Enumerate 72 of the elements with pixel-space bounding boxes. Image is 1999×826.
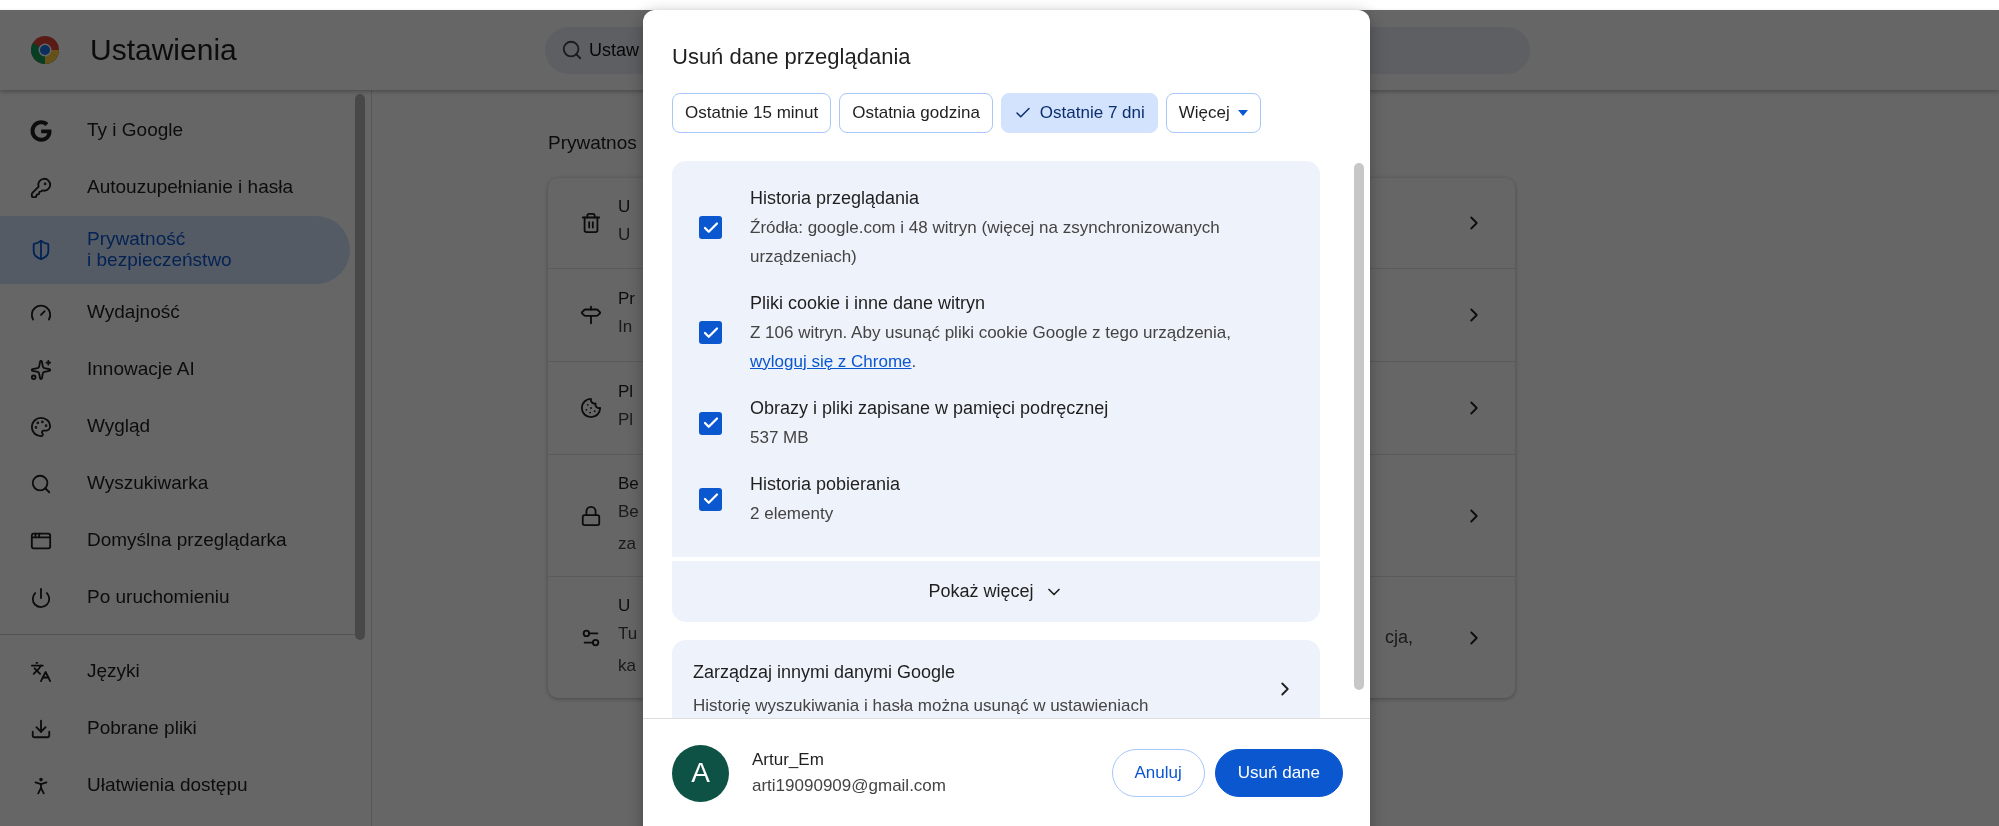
row-title: Pr	[618, 289, 635, 309]
section-title: Prywatnos	[548, 132, 638, 154]
delete-data-button[interactable]: Usuń dane	[1214, 749, 1343, 797]
manage-description: Historię wyszukiwania i hasła można usunąć w ustawieniach	[693, 695, 1150, 717]
download-icon	[30, 717, 52, 740]
dropdown-chip[interactable]: Więcej	[1165, 93, 1261, 133]
row-title: U	[618, 197, 631, 217]
power-icon	[30, 586, 52, 609]
trash-icon	[580, 212, 602, 234]
palette-icon	[30, 415, 52, 438]
option-title: Historia przeglądania	[750, 187, 921, 210]
page-title: Ustawienia	[90, 33, 238, 67]
sidebar-item[interactable]: Ty i Google	[0, 102, 350, 159]
manage-title: Zarządzaj innymi danymi Google	[693, 661, 957, 684]
google-g-icon	[30, 119, 52, 142]
checkbox[interactable]	[699, 487, 722, 511]
sidebar-item[interactable]: Innowacje AI	[0, 341, 350, 398]
avatar: A	[672, 744, 729, 802]
row-description: U	[618, 224, 631, 246]
option-title: Obrazy i pliki zapisane w pamięci podręcznej	[750, 397, 1110, 420]
dialog-title: Usuń dane przeglądania	[672, 44, 912, 71]
row-description: In	[618, 316, 633, 338]
row-title: Be	[618, 473, 639, 494]
option-description: 537 MB	[750, 427, 810, 449]
checkbox[interactable]	[699, 216, 722, 239]
translate-icon	[30, 660, 52, 683]
sidebar-item[interactable]: Prywatność i bezpieczeństwo	[0, 216, 350, 284]
sidebar-item[interactable]: Wydajność	[0, 284, 350, 341]
row-description: Tu	[618, 622, 638, 645]
account-name: Artur_Em	[752, 750, 825, 770]
row-description: Be	[618, 500, 639, 523]
option-description: 2 elementy	[750, 503, 835, 525]
lock-icon	[580, 504, 602, 527]
sidebar-item[interactable]: Języki	[0, 643, 350, 700]
show-more-button[interactable]: Pokaż więcej	[672, 561, 1320, 622]
sidebar-item[interactable]: Ułatwienia dostępu	[0, 757, 350, 814]
row-title: Pl	[618, 382, 634, 402]
row-description: ka	[618, 654, 636, 677]
search-icon	[30, 472, 52, 495]
cancel-button[interactable]: Anuluj	[1111, 749, 1205, 797]
time-range-chip[interactable]: Ostatnia godzina	[839, 93, 993, 133]
checkbox[interactable]	[699, 321, 722, 344]
sidebar-item[interactable]: Autouzupełnianie i hasła	[0, 159, 350, 216]
sidebar-item[interactable]: Wyszukiwarka	[0, 455, 350, 512]
scrollbar-thumb[interactable]	[1354, 163, 1364, 690]
sidebar-item[interactable]: Wygląd	[0, 398, 350, 455]
signpost-icon	[580, 304, 602, 326]
cookie-icon	[580, 397, 602, 419]
option-description: Z 106 witryn. Aby usunąć pliki cookie Google z tego urządzenia, wyloguj się z Chrome.	[750, 322, 1232, 373]
option-description: Źródła: google.com i 48 witryn (więcej na zsynchronizowanych urządzeniach)	[750, 217, 1221, 268]
option-title: Historia pobierania	[750, 473, 902, 496]
search-icon	[561, 38, 583, 61]
row-description: cja,	[1385, 627, 1413, 648]
chrome-logo-icon	[30, 35, 60, 65]
row-title: U	[618, 595, 631, 616]
shield-icon	[30, 239, 52, 261]
sidebar-item[interactable]: Domyślna przeglądarka	[0, 512, 350, 569]
caret-icon	[1237, 110, 1248, 116]
sign-out-link[interactable]: wyloguj się z Chrome	[750, 352, 912, 371]
time-range-chip[interactable]: Ostatnie 7 dni	[1000, 93, 1158, 133]
sidebar-item[interactable]: Pobrane pliki	[0, 700, 350, 757]
scrollbar-thumb[interactable]	[355, 94, 365, 640]
key-icon	[30, 176, 52, 199]
account-email: arti19090909@gmail.com	[752, 776, 947, 796]
checkbox[interactable]	[699, 411, 722, 435]
time-range-chip[interactable]: Ostatnie 15 minut	[672, 93, 832, 133]
manage-data-panel[interactable]: Zarządzaj innymi danymi Google Historię wyszukiwania i hasła można usunąć w ustawieniach	[672, 640, 1320, 718]
sidebar-item[interactable]: Po uruchomieniu	[0, 569, 350, 626]
row-description: Pl	[618, 409, 634, 431]
sparkles-icon	[30, 358, 52, 381]
option-title: Pliki cookie i inne dane witryn	[750, 292, 987, 315]
row-description: za	[618, 532, 636, 555]
